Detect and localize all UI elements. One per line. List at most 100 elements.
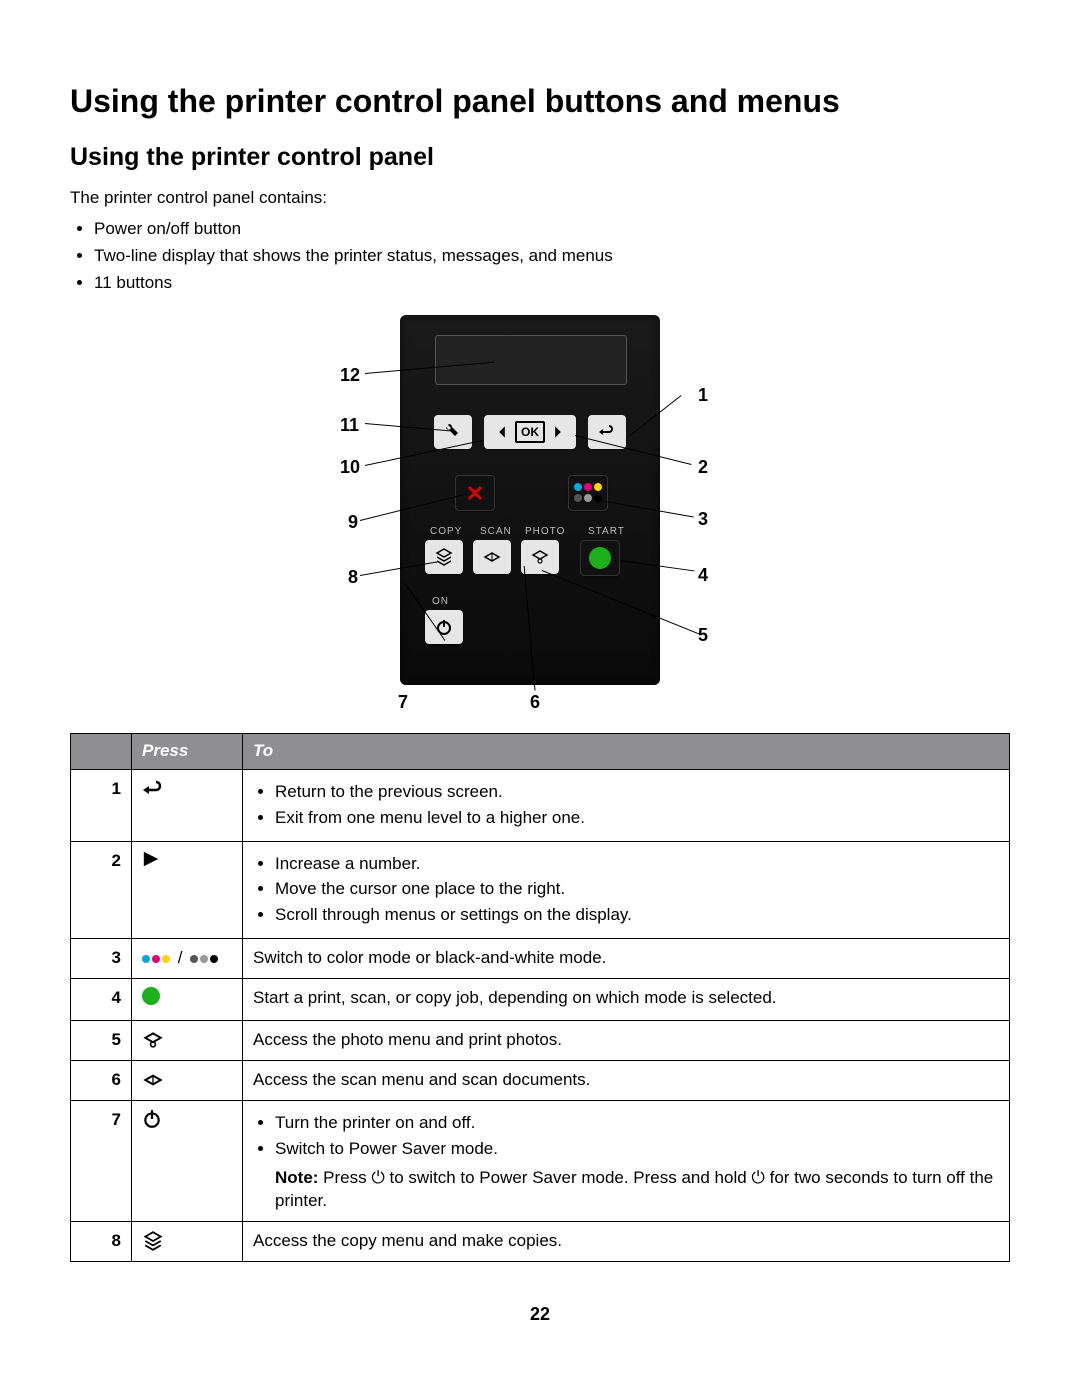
- table-row: 5 Access the photo menu and print photos…: [71, 1021, 1010, 1061]
- callout-7: 7: [398, 690, 408, 714]
- copy-icon: [434, 547, 454, 567]
- callout-3: 3: [698, 507, 708, 531]
- row-desc: Switch to color mode or black-and-white …: [243, 939, 1010, 979]
- table-header-blank: [71, 733, 132, 769]
- section-title: Using the printer control panel: [70, 141, 1010, 175]
- callout-6: 6: [530, 690, 540, 714]
- intro-lead: The printer control panel contains:: [70, 187, 1010, 210]
- callout-11: 11: [340, 413, 359, 437]
- intro-list: Power on/off button Two-line display tha…: [76, 218, 1010, 295]
- copy-label: COPY: [430, 525, 462, 539]
- row-icon: [132, 1021, 243, 1061]
- row-icon: [132, 1061, 243, 1101]
- photo-icon: [142, 1029, 164, 1051]
- list-item: Power on/off button: [94, 218, 1010, 241]
- desc-item: Scroll through menus or settings on the …: [275, 904, 999, 927]
- table-row: 3 / Switch to color mode or black-and-wh…: [71, 939, 1010, 979]
- table-row: 2 Increase a number. Move the cursor one…: [71, 841, 1010, 939]
- callout-10: 10: [340, 455, 360, 479]
- table-row: 4 Start a print, scan, or copy job, depe…: [71, 979, 1010, 1021]
- table-row: 1 Return to the previous screen. Exit fr…: [71, 769, 1010, 841]
- wrench-icon: [443, 422, 463, 442]
- row-icon: [132, 1101, 243, 1222]
- back-arrow-icon: [142, 778, 166, 798]
- color-dots-icon: [142, 955, 170, 963]
- callout-4: 4: [698, 563, 708, 587]
- desc-item: Return to the previous screen.: [275, 781, 999, 804]
- chevron-right-icon: [551, 425, 565, 439]
- desc-item: Switch to Power Saver mode.: [275, 1138, 999, 1161]
- ok-button: OK: [484, 415, 576, 449]
- table-header-press: Press: [132, 733, 243, 769]
- start-label: START: [588, 525, 625, 539]
- row-num: 6: [71, 1061, 132, 1101]
- row-desc: Access the photo menu and print photos.: [243, 1021, 1010, 1061]
- start-button: [580, 540, 620, 576]
- table-row: 7 Turn the printer on and off. Switch to…: [71, 1101, 1010, 1222]
- power-icon: [435, 618, 453, 636]
- row-num: 3: [71, 939, 132, 979]
- desc-item: Turn the printer on and off.: [275, 1112, 999, 1135]
- row-num: 4: [71, 979, 132, 1021]
- control-panel-diagram: OK COPY SCAN PHOTO START: [230, 315, 850, 715]
- row-icon: [132, 769, 243, 841]
- callout-1: 1: [698, 383, 708, 407]
- bw-dots-icon: [574, 494, 602, 502]
- row-desc: Start a print, scan, or copy job, depend…: [243, 979, 1010, 1021]
- row-num: 5: [71, 1021, 132, 1061]
- list-item: 11 buttons: [94, 272, 1010, 295]
- photo-icon: [530, 547, 550, 567]
- scan-icon: [482, 547, 502, 567]
- callout-9: 9: [348, 510, 358, 534]
- copy-icon: [142, 1230, 164, 1252]
- ok-label: OK: [515, 421, 545, 443]
- bw-dots-icon: [190, 955, 218, 963]
- row-desc: Access the copy menu and make copies.: [243, 1221, 1010, 1261]
- callout-12: 12: [340, 363, 360, 387]
- note-label: Note:: [275, 1168, 318, 1187]
- table-row: 6 Access the scan menu and scan document…: [71, 1061, 1010, 1101]
- x-icon: [467, 485, 483, 501]
- back-arrow-icon: [597, 422, 617, 442]
- row-num: 7: [71, 1101, 132, 1222]
- start-circle-icon: [589, 547, 611, 569]
- photo-button: [521, 540, 559, 574]
- cancel-button: [455, 475, 495, 511]
- note-text: Press ⏻ to switch to Power Saver mode. P…: [275, 1168, 993, 1210]
- list-item: Two-line display that shows the printer …: [94, 245, 1010, 268]
- scan-button: [473, 540, 511, 574]
- row-desc: Access the scan menu and scan documents.: [243, 1061, 1010, 1101]
- desc-item: Move the cursor one place to the right.: [275, 878, 999, 901]
- page-number: 22: [70, 1302, 1010, 1326]
- chevron-left-icon: [495, 425, 509, 439]
- on-label: ON: [432, 595, 449, 609]
- page-title: Using the printer control panel buttons …: [70, 80, 1010, 123]
- row-desc: Return to the previous screen. Exit from…: [243, 769, 1010, 841]
- row-icon: /: [132, 939, 243, 979]
- row-icon: [132, 979, 243, 1021]
- desc-item: Increase a number.: [275, 853, 999, 876]
- desc-item: Exit from one menu level to a higher one…: [275, 807, 999, 830]
- color-dots-icon: [574, 483, 602, 491]
- callout-2: 2: [698, 455, 708, 479]
- row-num: 1: [71, 769, 132, 841]
- table-row: 8 Access the copy menu and make copies.: [71, 1221, 1010, 1261]
- photo-label: PHOTO: [525, 525, 565, 539]
- triangle-right-icon: [142, 850, 160, 868]
- power-icon: [142, 1109, 162, 1129]
- callout-5: 5: [698, 623, 708, 647]
- row-num: 8: [71, 1221, 132, 1261]
- lcd-display: [435, 335, 627, 385]
- start-circle-icon: [142, 987, 160, 1005]
- scan-icon: [142, 1069, 164, 1091]
- row-icon: [132, 841, 243, 939]
- row-desc: Increase a number. Move the cursor one p…: [243, 841, 1010, 939]
- copy-button: [425, 540, 463, 574]
- color-mode-button: [568, 475, 608, 511]
- row-num: 2: [71, 841, 132, 939]
- callout-8: 8: [348, 565, 358, 589]
- button-reference-table: Press To 1 Return to the previous screen…: [70, 733, 1010, 1262]
- row-icon: [132, 1221, 243, 1261]
- table-header-to: To: [243, 733, 1010, 769]
- scan-label: SCAN: [480, 525, 512, 539]
